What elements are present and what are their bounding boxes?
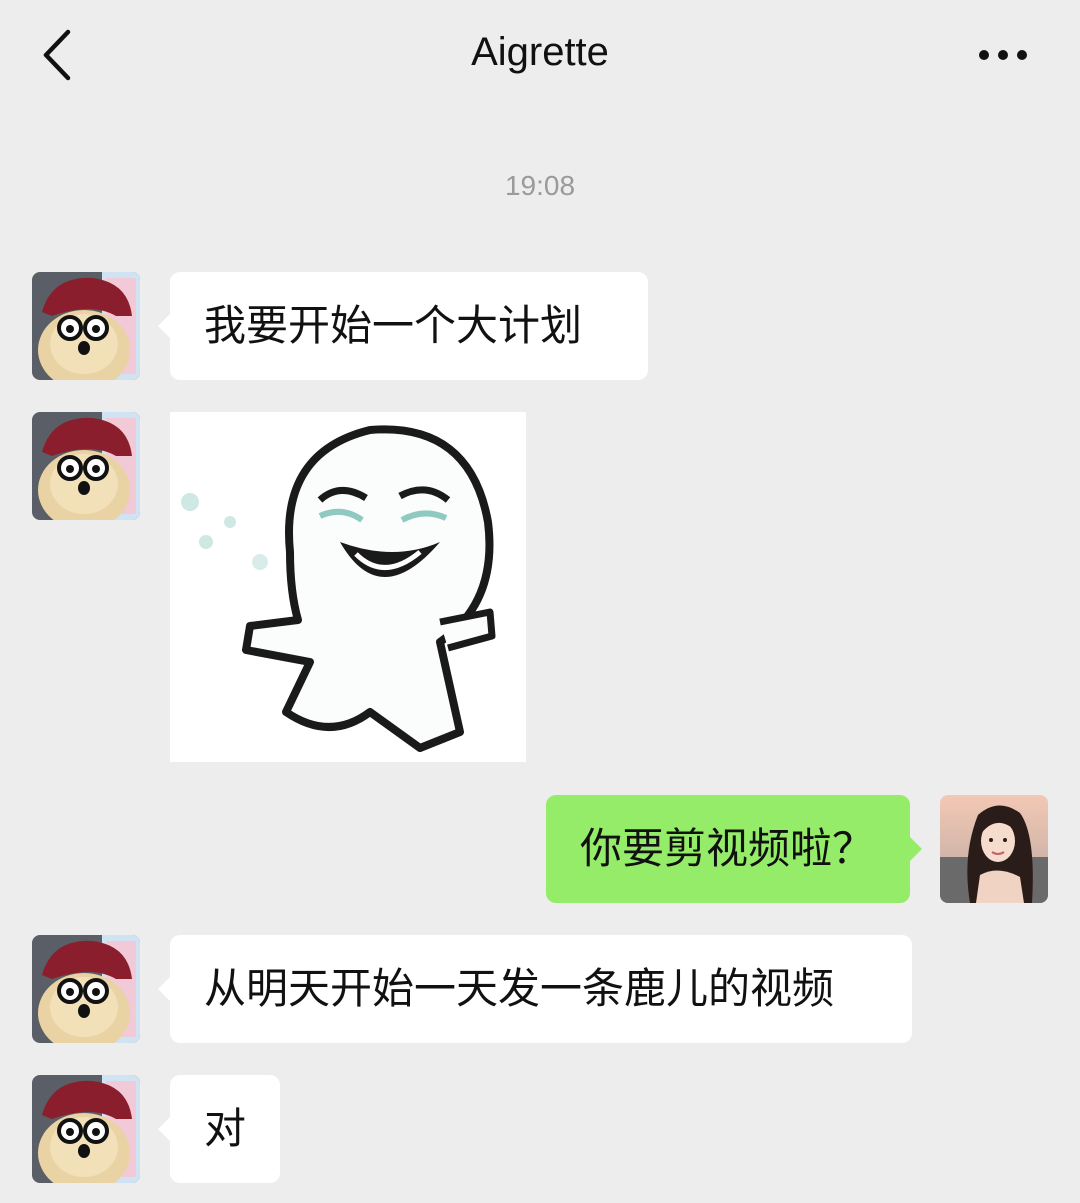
message-bubble-incoming[interactable]: 对 (158, 1075, 280, 1183)
dog-avatar-icon (32, 1075, 140, 1183)
sticker-message[interactable] (170, 412, 526, 762)
message-timestamp: 19:08 (504, 170, 576, 201)
user-photo-avatar-icon (940, 795, 1048, 903)
chat-header: Aigrette (0, 0, 1080, 110)
message-bubble-incoming[interactable]: 从明天开始一天发一条鹿儿的视频 (158, 935, 912, 1043)
contact-avatar[interactable] (32, 1075, 140, 1183)
contact-avatar[interactable] (32, 412, 140, 520)
dog-avatar-icon (32, 935, 140, 1043)
message-bubble-outgoing[interactable]: 你要剪视频啦？ (546, 795, 922, 903)
dog-avatar-icon (32, 272, 140, 380)
contact-avatar[interactable] (32, 935, 140, 1043)
more-button[interactable] (972, 40, 1034, 70)
my-avatar[interactable] (940, 795, 1048, 903)
more-dots-icon (979, 50, 1027, 60)
dog-avatar-icon (32, 412, 140, 520)
contact-avatar[interactable] (32, 272, 140, 380)
laughing-ghost-sticker-icon (181, 425, 496, 752)
chat-title: Aigrette (471, 30, 609, 74)
message-bubble-incoming[interactable]: 我要开始一个大计划 (158, 272, 648, 380)
